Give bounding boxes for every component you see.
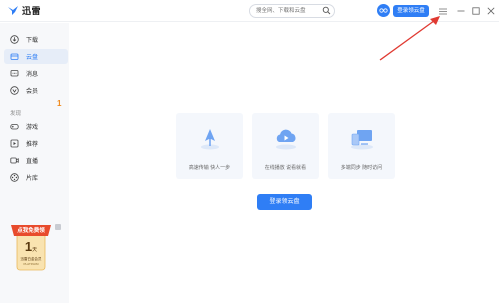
sidebar-item-label: 推荐 bbox=[26, 142, 39, 148]
live-icon bbox=[10, 157, 19, 164]
feature-text: 高速传输 快人一步 bbox=[188, 165, 231, 171]
minimize-icon bbox=[457, 10, 465, 12]
sidebar-item-label: 游戏 bbox=[26, 125, 39, 131]
cloud-icon bbox=[10, 53, 19, 60]
promo-unit: 天 bbox=[32, 247, 38, 253]
vip-icon bbox=[10, 86, 19, 95]
app-name: 迅雷 bbox=[22, 6, 42, 16]
feature-card-play: 在线播放 说看就看 bbox=[252, 113, 319, 179]
download-icon bbox=[10, 35, 19, 44]
annotation-arrow-icon bbox=[379, 16, 440, 61]
sidebar-item-live[interactable]: 直播 bbox=[4, 153, 68, 168]
feature-text: 多端同步 随时访问 bbox=[340, 165, 383, 171]
promo-banner[interactable]: 点我免费领 1天 迅雷白金会员 PLATINUM bbox=[9, 222, 53, 274]
maximize-icon bbox=[472, 7, 480, 15]
sidebar-item-recommend[interactable]: 推荐 bbox=[4, 136, 68, 151]
game-badge: 1 bbox=[57, 99, 62, 108]
message-icon bbox=[10, 70, 19, 77]
cloud-play-icon bbox=[275, 129, 296, 150]
app-logo: 迅雷 bbox=[7, 4, 41, 17]
film-library-icon bbox=[10, 173, 19, 182]
sidebar-item-download[interactable]: 下载 bbox=[4, 32, 68, 47]
close-icon bbox=[487, 7, 495, 15]
avatar-face-icon bbox=[379, 8, 388, 13]
login-button-main[interactable]: 登录领云盘 bbox=[257, 194, 312, 210]
recommend-icon bbox=[10, 139, 19, 148]
sidebar-item-label: 直播 bbox=[26, 159, 39, 165]
sidebar-item-label: 云盘 bbox=[26, 55, 39, 61]
multi-device-icon bbox=[350, 130, 373, 150]
gamepad-icon bbox=[10, 124, 19, 130]
promo-title: 点我免费领 bbox=[17, 228, 45, 234]
close-button[interactable] bbox=[486, 5, 496, 17]
thunder-bird-icon bbox=[8, 6, 18, 15]
search-icon[interactable] bbox=[322, 6, 331, 15]
sidebar-item-games[interactable]: 游戏 bbox=[4, 119, 68, 134]
sidebar-item-cloud[interactable]: 云盘 bbox=[4, 49, 68, 64]
promo-line2: PLATINUM bbox=[23, 262, 39, 266]
maximize-button[interactable] bbox=[471, 5, 481, 17]
rocket-icon bbox=[200, 129, 219, 150]
section-label-discover: 发现 bbox=[10, 111, 22, 117]
sidebar-item-vip[interactable]: 会员 bbox=[4, 83, 68, 98]
sidebar-item-film-library[interactable]: 片库 bbox=[4, 170, 68, 185]
sidebar-item-label: 片库 bbox=[26, 176, 39, 182]
minimize-button[interactable] bbox=[456, 5, 466, 17]
feature-text: 在线播放 说看就看 bbox=[264, 165, 307, 171]
sidebar-item-messages[interactable]: 消息 bbox=[4, 66, 68, 81]
sidebar-item-label: 下载 bbox=[26, 38, 39, 44]
feature-card-sync: 多端同步 随时访问 bbox=[328, 113, 395, 179]
promo-close-button[interactable] bbox=[55, 224, 61, 230]
sidebar-item-label: 消息 bbox=[26, 72, 39, 78]
feature-card-speed: 高速传输 快人一步 bbox=[176, 113, 243, 179]
sidebar-item-label: 会员 bbox=[26, 89, 39, 95]
